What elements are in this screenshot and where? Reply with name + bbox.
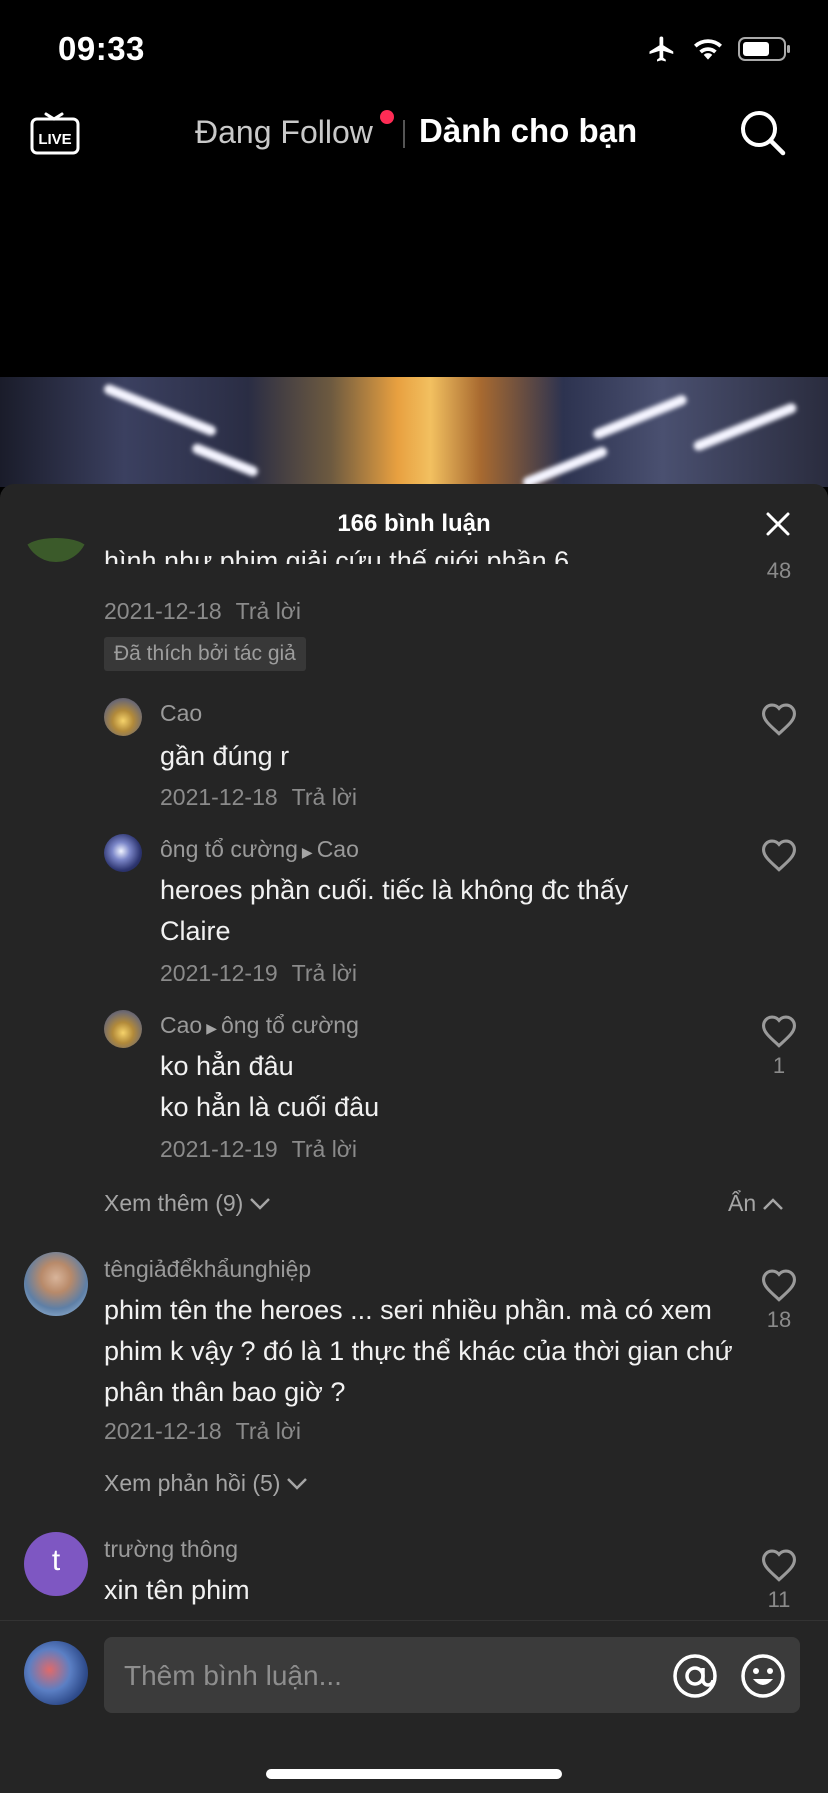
wifi-icon: [694, 39, 722, 60]
chevron-up-icon: [763, 1197, 784, 1210]
avatar-letter: t: [51, 1544, 61, 1577]
comment-line: ko hẳn đâu: [160, 1051, 294, 1081]
comment-meta: 2021-12-18 Trả lời: [160, 784, 357, 811]
avatar[interactable]: [104, 698, 142, 736]
comment-meta: 2021-12-19 Trả lời: [160, 960, 357, 987]
avatar[interactable]: t: [24, 1532, 88, 1596]
heart-icon: [761, 1015, 797, 1048]
avatar[interactable]: [104, 1010, 142, 1048]
comment-text: hình như phim giải cứu thế giới phần 6: [104, 546, 570, 564]
heart-icon: [761, 839, 797, 872]
top-navigation: LIVE Đang Follow Dành cho bạn: [0, 100, 828, 170]
emoji-icon[interactable]: [740, 1653, 786, 1704]
reply-button[interactable]: Trả lời: [292, 960, 357, 986]
reply-author[interactable]: Cao: [160, 1012, 202, 1038]
hide-label: Ẩn: [728, 1190, 757, 1216]
my-avatar[interactable]: [24, 1641, 88, 1705]
comments-sheet: 166 bình luận hình như phim giải cứu thế…: [0, 484, 828, 1792]
tab-for-you[interactable]: Dành cho bạn: [419, 112, 637, 150]
heart-icon: [761, 1269, 797, 1302]
comment-username[interactable]: Cao ▶ ông tổ cường: [160, 1012, 359, 1039]
tab-separator: [403, 120, 405, 148]
avatar[interactable]: [24, 1252, 88, 1316]
like-count: 48: [766, 558, 792, 583]
like-count: 1: [772, 1053, 786, 1078]
svg-text:LIVE: LIVE: [38, 131, 71, 148]
comment-text: xin tên phim: [104, 1575, 250, 1605]
reply-author[interactable]: ông tổ cường: [160, 836, 298, 862]
comment-composer: [0, 1620, 828, 1793]
like-button[interactable]: [749, 838, 809, 877]
heart-icon: [761, 703, 797, 736]
liked-by-creator-badge: Đã thích bởi tác giả: [104, 637, 306, 671]
comment-text: gần đúng r: [160, 741, 290, 771]
like-button[interactable]: 11: [749, 1548, 809, 1613]
chevron-down-icon: [250, 1197, 271, 1210]
like-button[interactable]: 1: [749, 1014, 809, 1079]
like-count: 11: [767, 1587, 791, 1612]
comment-date: 2021-12-18: [160, 784, 278, 810]
comment-username[interactable]: trường thông: [104, 1536, 238, 1563]
comment-username[interactable]: ông tổ cường ▶ Cao: [160, 836, 359, 863]
chevron-down-icon: [287, 1477, 308, 1490]
reply-button[interactable]: Trả lời: [236, 1418, 301, 1444]
heart-icon: [761, 1549, 797, 1582]
video-preview[interactable]: [0, 377, 828, 487]
view-replies-label: Xem phản hồi (5): [104, 1470, 281, 1496]
status-bar: 09:33: [0, 0, 828, 90]
hide-replies-button[interactable]: Ẩn: [728, 1190, 784, 1217]
view-more-replies-button[interactable]: Xem thêm (9): [104, 1190, 271, 1217]
avatar[interactable]: [104, 834, 142, 872]
comment-input[interactable]: [122, 1637, 646, 1715]
reply-button[interactable]: Trả lời: [236, 598, 301, 624]
avatar[interactable]: [24, 538, 88, 562]
like-count: 18: [766, 1307, 792, 1332]
close-icon[interactable]: [764, 510, 792, 543]
comment-text: heroes phần cuối. tiếc là không đc thấy …: [160, 875, 629, 946]
comment-text: phim tên the heroes ... seri nhiều phần.…: [104, 1295, 733, 1407]
comment-meta: 2021-12-19 Trả lời: [160, 1136, 357, 1163]
status-icons: [646, 34, 792, 64]
reply-arrow-icon: ▶: [206, 1020, 217, 1036]
comment-date: 2021-12-19: [160, 960, 278, 986]
notification-dot: [380, 110, 394, 124]
comment-meta: 2021-12-18 Trả lời: [104, 1418, 301, 1445]
comment-date: 2021-12-19: [160, 1136, 278, 1162]
search-icon[interactable]: [738, 108, 788, 163]
mention-icon[interactable]: [672, 1653, 718, 1704]
airplane-icon: [649, 36, 674, 62]
comment-username[interactable]: têngiảđểkhẩunghiệp: [104, 1256, 311, 1283]
comment-date: 2021-12-18: [104, 598, 222, 624]
comment-text: ko hẳn đâu ko hẳn là cuối đâu: [160, 1046, 700, 1128]
reply-target[interactable]: Cao: [317, 836, 359, 862]
status-time: 09:33: [58, 30, 145, 67]
reply-target[interactable]: ông tổ cường: [221, 1012, 359, 1038]
like-button[interactable]: [749, 702, 809, 741]
comment-date: 2021-12-18: [104, 1418, 222, 1444]
home-indicator: [266, 1769, 562, 1779]
like-button[interactable]: 18: [749, 1268, 809, 1333]
view-replies-button[interactable]: Xem phản hồi (5): [104, 1470, 308, 1497]
battery-icon: [738, 37, 790, 61]
reply-button[interactable]: Trả lời: [292, 1136, 357, 1162]
comment-username[interactable]: Cao: [160, 700, 202, 727]
view-more-label: Xem thêm (9): [104, 1190, 244, 1216]
comment-line: ko hẳn là cuối đâu: [160, 1092, 380, 1122]
reply-arrow-icon: ▶: [301, 844, 313, 860]
reply-button[interactable]: Trả lời: [292, 784, 357, 810]
comment-input-box[interactable]: [104, 1637, 800, 1715]
live-icon[interactable]: LIVE: [30, 108, 80, 163]
comment-meta: 2021-12-18 Trả lời: [104, 598, 301, 625]
tab-following[interactable]: Đang Follow: [195, 114, 373, 151]
like-button[interactable]: 48: [749, 558, 809, 584]
